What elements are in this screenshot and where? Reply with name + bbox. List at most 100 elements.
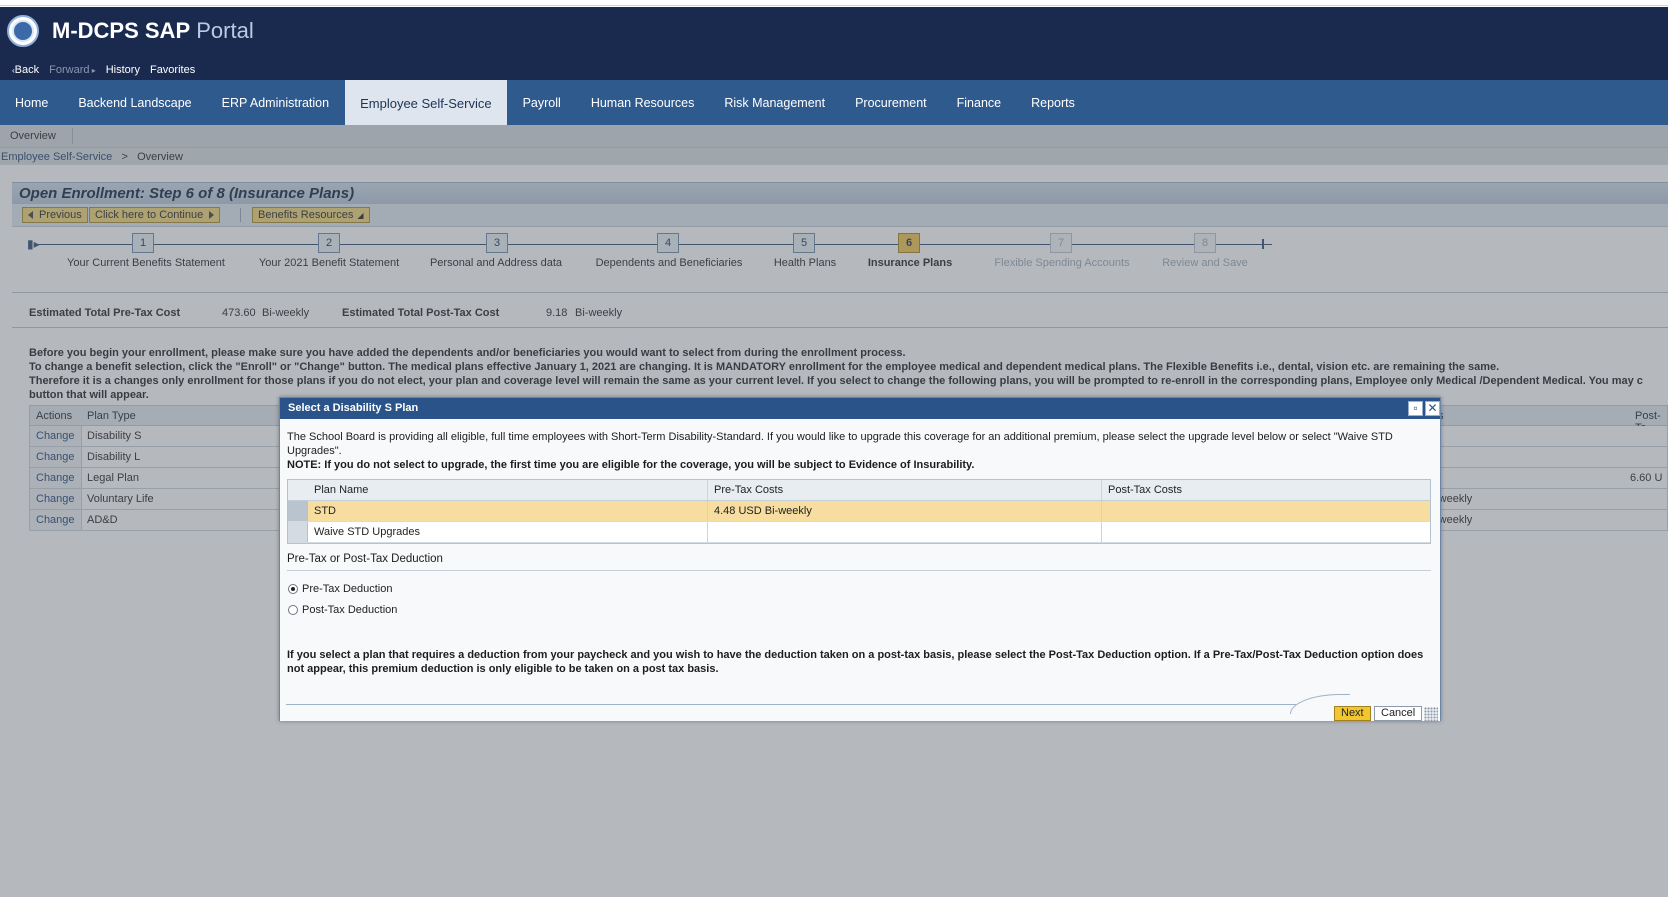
- back-label: Back: [14, 64, 40, 76]
- section-divider-2: [12, 327, 1668, 328]
- change-link[interactable]: Change: [30, 510, 82, 530]
- tab-finance[interactable]: Finance: [942, 80, 1016, 125]
- breadcrumb-sep-glyph: >: [121, 151, 128, 163]
- toolbar-separator: [240, 208, 241, 222]
- forward-arrow-icon: ▸: [89, 66, 96, 75]
- back-link[interactable]: ‹Back: [12, 64, 39, 76]
- tab-backend-landscape[interactable]: Backend Landscape: [63, 80, 206, 125]
- close-icon[interactable]: ✕: [1425, 401, 1440, 416]
- favorites-link[interactable]: Favorites: [150, 64, 195, 76]
- roadmap-label-7: Flexible Spending Accounts: [994, 257, 1130, 269]
- posttax-deduction-option[interactable]: Post-Tax Deduction: [288, 604, 397, 616]
- roadmap-label-5[interactable]: Health Plans: [774, 257, 836, 269]
- cancel-button[interactable]: Cancel: [1374, 706, 1423, 721]
- forward-label: Forward: [49, 64, 90, 76]
- plan-name-cell: STD: [314, 505, 336, 517]
- history-link[interactable]: History: [106, 64, 140, 76]
- plan-type-cell: Legal Plan: [87, 472, 139, 484]
- posttax-option-label[interactable]: Post-Tax Deduction: [302, 604, 397, 616]
- previous-button[interactable]: Previous: [22, 207, 88, 223]
- posttax-radio[interactable]: [288, 605, 298, 615]
- history-nav: ‹Back Forward ▸ History Favorites: [12, 64, 195, 76]
- dialog-intro-text: The School Board is providing all eligib…: [287, 431, 1393, 457]
- plan-row-std[interactable]: STD 4.48 USD Bi-weekly: [288, 501, 1430, 522]
- roadmap-label-6[interactable]: Insurance Plans: [868, 257, 952, 269]
- top-level-navigation: Home Backend Landscape ERP Administratio…: [0, 80, 1668, 125]
- breadcrumb-ess-link[interactable]: Employee Self-Service: [1, 151, 112, 163]
- pretax-option-label[interactable]: Pre-Tax Deduction: [302, 583, 393, 595]
- deduction-title: Pre-Tax or Post-Tax Deduction: [287, 553, 443, 565]
- roadmap-step-2[interactable]: 2: [318, 233, 340, 253]
- change-link[interactable]: Change: [30, 426, 82, 446]
- pretax-deduction-option[interactable]: Pre-Tax Deduction: [288, 583, 393, 595]
- tab-reports[interactable]: Reports: [1016, 80, 1090, 125]
- left-triangle-icon: [28, 211, 33, 219]
- plan-selection-table: Plan Name Pre-Tax Costs Post-Tax Costs S…: [287, 479, 1431, 544]
- tab-erp-administration[interactable]: ERP Administration: [207, 80, 344, 125]
- continue-button[interactable]: Click here to Continue: [89, 207, 221, 223]
- page-title-bar: Open Enrollment: Step 6 of 8 (Insurance …: [12, 182, 1668, 204]
- roadmap-step-3[interactable]: 3: [486, 233, 508, 253]
- previous-label: Previous: [39, 209, 82, 221]
- tab-home[interactable]: Home: [0, 80, 63, 125]
- seal-inner: [12, 20, 34, 42]
- roadmap-label-4[interactable]: Dependents and Beneficiaries: [596, 257, 743, 269]
- roadmap-step-7: 7: [1050, 233, 1072, 253]
- tab-procurement[interactable]: Procurement: [840, 80, 942, 125]
- column-separator: [707, 501, 708, 521]
- row-selector[interactable]: [288, 522, 308, 542]
- pretax-cost-value: 473.60: [222, 307, 256, 319]
- col-plan-type: Plan Type: [87, 410, 136, 422]
- right-triangle-icon: [209, 211, 215, 219]
- tab-employee-self-service[interactable]: Employee Self-Service: [345, 80, 507, 125]
- maximize-icon[interactable]: ▫: [1408, 401, 1423, 416]
- plan-type-cell: Voluntary Life: [87, 493, 154, 505]
- roadmap-step-6[interactable]: 6: [898, 233, 920, 253]
- roadmap-step-1[interactable]: 1: [132, 233, 154, 253]
- benefits-resources-button[interactable]: Benefits Resources ◢: [252, 207, 370, 223]
- tab-human-resources[interactable]: Human Resources: [576, 80, 710, 125]
- tab-risk-management[interactable]: Risk Management: [709, 80, 840, 125]
- second-level-navigation: Overview: [0, 125, 1668, 147]
- row-selector[interactable]: [288, 501, 308, 521]
- plan-type-cell: Disability L: [87, 451, 141, 463]
- portal-title: M-DCPS SAP Portal: [52, 18, 254, 44]
- brand-bold: M-DCPS SAP: [52, 18, 191, 43]
- plan-table-header: Plan Name Pre-Tax Costs Post-Tax Costs: [288, 480, 1430, 501]
- dropdown-icon: ◢: [357, 210, 364, 220]
- enrollment-toolbar: Previous Click here to Continue Benefits…: [12, 204, 1668, 227]
- change-link[interactable]: Change: [30, 468, 82, 488]
- enrollment-roadmap: ▮▸ 1 Your Current Benefits Statement 2 Y…: [12, 227, 1668, 292]
- plan-type-cell: Disability S: [87, 430, 142, 442]
- dialog-footer: Next Cancel: [280, 694, 1440, 721]
- col-actions: Actions: [36, 410, 73, 422]
- resize-grip-icon[interactable]: [1424, 707, 1438, 721]
- pretax-radio[interactable]: [288, 584, 298, 594]
- footer-rule: [286, 704, 1296, 705]
- enrollment-instructions: Before you begin your enrollment, please…: [29, 346, 1668, 402]
- top-border: [0, 0, 1668, 6]
- forward-link[interactable]: Forward ▸: [49, 64, 96, 76]
- posttax-cost-label: Estimated Total Post-Tax Cost: [342, 307, 500, 319]
- pretax-cost-period: Bi-weekly: [262, 307, 310, 319]
- breadcrumb: Employee Self-Service > Overview: [0, 147, 1668, 165]
- roadmap-step-5[interactable]: 5: [793, 233, 815, 253]
- roadmap-label-3[interactable]: Personal and Address data: [430, 257, 562, 269]
- tab-payroll[interactable]: Payroll: [508, 80, 576, 125]
- change-link[interactable]: Change: [30, 447, 82, 467]
- mdcps-seal-icon[interactable]: [7, 15, 39, 47]
- instruction-line-1: Before you begin your enrollment, please…: [29, 347, 906, 359]
- next-button[interactable]: Next: [1334, 706, 1371, 721]
- col-plan-name: Plan Name: [314, 484, 369, 496]
- roadmap-label-1[interactable]: Your Current Benefits Statement: [67, 257, 225, 269]
- change-link[interactable]: Change: [30, 489, 82, 509]
- continue-label: Click here to Continue: [95, 209, 204, 221]
- disability-plan-dialog: Select a Disability S Plan ▫ ✕ The Schoo…: [279, 397, 1441, 721]
- subnav-overview[interactable]: Overview: [10, 130, 56, 142]
- deduction-divider: [287, 570, 1431, 571]
- roadmap-label-2[interactable]: Your 2021 Benefit Statement: [259, 257, 399, 269]
- roadmap-step-8: 8: [1194, 233, 1216, 253]
- dialog-body: The School Board is providing all eligib…: [280, 419, 1440, 721]
- roadmap-step-4[interactable]: 4: [657, 233, 679, 253]
- plan-row-waive[interactable]: Waive STD Upgrades: [288, 522, 1430, 543]
